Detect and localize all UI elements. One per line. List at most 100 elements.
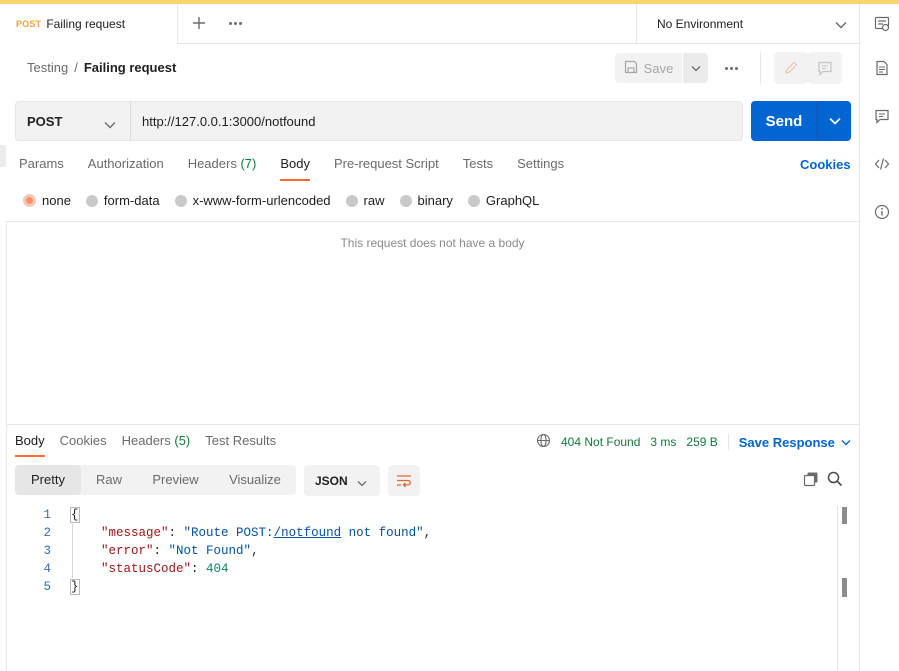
code-icon[interactable] (874, 156, 890, 172)
json-link[interactable]: /notfound (274, 526, 342, 540)
tab-body[interactable]: Body (280, 154, 310, 182)
body-type-options: none form-data x-www-form-urlencoded raw… (23, 193, 539, 208)
radio-x-www-form-urlencoded[interactable]: x-www-form-urlencoded (174, 193, 331, 208)
view-raw[interactable]: Raw (81, 465, 137, 495)
radio-graphql[interactable]: GraphQL (467, 193, 539, 208)
code-line: 2 "message": "Route POST:/notfound not f… (15, 524, 850, 542)
more-icon[interactable] (721, 59, 741, 77)
method-label: POST (27, 113, 63, 129)
tab-settings[interactable]: Settings (517, 154, 564, 182)
panel-edge-marker (0, 145, 6, 167)
response-tab-test-results[interactable]: Test Results (205, 433, 276, 457)
tab-title: Failing request (46, 17, 126, 31)
right-sidebar (859, 4, 899, 671)
comment-icon[interactable] (874, 108, 890, 124)
tab-headers[interactable]: Headers (7) (188, 154, 257, 182)
breadcrumb: Testing / Failing request (27, 60, 176, 75)
send-button[interactable]: Send (751, 101, 817, 141)
save-icon (624, 60, 638, 77)
edit-icon (785, 61, 798, 74)
chevron-down-icon (357, 476, 367, 490)
radio-circle (345, 194, 358, 207)
method-select[interactable]: POST (15, 101, 131, 141)
divider (6, 221, 859, 222)
tab-pre-request-script[interactable]: Pre-request Script (334, 154, 439, 182)
save-button-group: Save (615, 53, 708, 83)
view-pretty[interactable]: Pretty (15, 465, 81, 495)
radio-circle (399, 194, 412, 207)
radio-circle (174, 194, 187, 207)
tab-bar: POST Failing request No Environment (0, 4, 859, 45)
view-visualize[interactable]: Visualize (214, 465, 296, 495)
scrollbar-marker (842, 507, 847, 524)
request-tabs: Params Authorization Headers (7) Body Pr… (19, 154, 564, 184)
json-key: "error" (101, 544, 154, 558)
radio-form-data[interactable]: form-data (85, 193, 160, 208)
tab-params[interactable]: Params (19, 154, 64, 182)
code-line: 4 "statusCode": 404 (15, 560, 850, 578)
radio-circle-selected (23, 194, 36, 207)
status-code[interactable]: 404 Not Found (561, 435, 640, 449)
save-dropdown-button[interactable] (683, 53, 708, 83)
json-key: "message" (101, 526, 169, 540)
document-icon[interactable] (874, 60, 890, 76)
request-tab[interactable]: POST Failing request (0, 4, 178, 45)
more-icon[interactable] (226, 14, 244, 32)
line-number: 5 (43, 580, 51, 594)
headers-count: (7) (240, 156, 257, 171)
response-time[interactable]: 3 ms (650, 435, 676, 449)
response-size[interactable]: 259 B (686, 435, 717, 449)
send-dropdown-button[interactable] (817, 101, 851, 141)
save-label: Save (643, 60, 674, 76)
radio-circle (467, 194, 480, 207)
comment-icon (818, 61, 832, 76)
radio-none[interactable]: none (23, 193, 71, 208)
view-mode-group: Pretty Raw Preview Visualize (15, 465, 296, 495)
response-tab-body[interactable]: Body (15, 433, 45, 457)
chevron-down-icon (835, 18, 847, 32)
response-tab-headers[interactable]: Headers (5) (122, 433, 191, 457)
line-number: 2 (43, 526, 51, 540)
edit-button[interactable] (774, 52, 808, 84)
environment-select[interactable]: No Environment (636, 4, 859, 44)
chevron-down-icon (828, 117, 841, 125)
scrollbar-track[interactable] (837, 506, 838, 671)
wrap-lines-button[interactable] (388, 465, 420, 496)
response-meta: 404 Not Found 3 ms 259 B Save Response (536, 433, 851, 451)
save-response-button[interactable]: Save Response (739, 435, 851, 450)
json-string: "Route POST: (183, 526, 274, 540)
tab-tests[interactable]: Tests (463, 154, 493, 182)
api-icon[interactable] (874, 16, 890, 32)
response-body-code[interactable]: 1{ 2 "message": "Route POST:/notfound no… (15, 506, 850, 596)
meta-divider (727, 434, 729, 450)
plus-icon[interactable] (190, 14, 208, 32)
radio-circle (85, 194, 98, 207)
tab-authorization[interactable]: Authorization (88, 154, 164, 182)
radio-raw[interactable]: raw (345, 193, 385, 208)
view-preview[interactable]: Preview (137, 465, 214, 495)
response-tab-cookies[interactable]: Cookies (60, 433, 107, 457)
response-divider[interactable] (6, 424, 859, 425)
response-headers-count: (5) (174, 433, 191, 448)
breadcrumb-parent[interactable]: Testing (27, 60, 68, 75)
info-icon[interactable] (874, 204, 890, 220)
chevron-down-icon (691, 65, 700, 71)
line-number: 3 (43, 544, 51, 558)
copy-icon[interactable] (803, 471, 819, 490)
code-line: 1{ (15, 506, 850, 524)
format-select[interactable]: JSON (304, 465, 380, 496)
save-button[interactable]: Save (615, 53, 683, 83)
chevron-down-icon (841, 439, 851, 445)
scrollbar-marker (842, 578, 847, 597)
code-line: 3 "error": "Not Found", (15, 542, 850, 560)
cookies-link[interactable]: Cookies (800, 157, 851, 172)
search-icon[interactable] (827, 471, 843, 490)
globe-icon[interactable] (536, 433, 551, 451)
json-key: "statusCode" (101, 562, 192, 576)
radio-binary[interactable]: binary (399, 193, 453, 208)
breadcrumb-current[interactable]: Failing request (84, 60, 176, 75)
comments-button[interactable] (808, 52, 842, 84)
line-number: 1 (43, 508, 51, 522)
json-string: "Not Found" (168, 544, 252, 558)
url-input[interactable] (130, 101, 743, 141)
